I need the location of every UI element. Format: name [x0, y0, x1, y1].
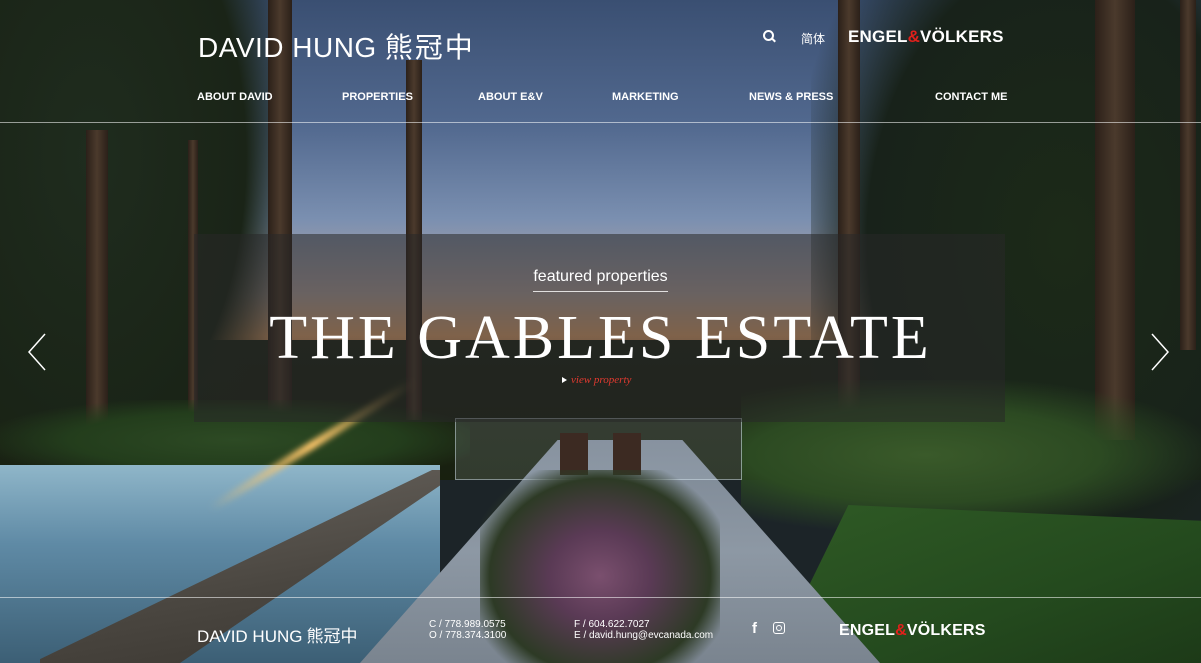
logo-name: DAVID HUNG	[198, 32, 377, 63]
featured-kicker-text: featured properties	[533, 268, 668, 292]
footer-engel-volkers-logo[interactable]: ENGEL&VÖLKERS	[839, 622, 986, 640]
view-property-label: view property	[571, 374, 632, 386]
email-link[interactable]: E / david.hung@evcanada.com	[574, 630, 713, 641]
nav-contact-me[interactable]: CONTACT ME	[935, 91, 1008, 103]
instagram-icon[interactable]	[772, 621, 788, 637]
brand-text-right: VÖLKERS	[920, 27, 1004, 46]
fax-email-contacts: F / 604.622.7027 E / david.hung@evcanada…	[574, 619, 713, 641]
phone-contacts: C / 778.989.0575 O / 778.374.3100	[429, 619, 506, 641]
chevron-left-icon[interactable]	[27, 332, 47, 372]
footer-brand-ampersand: &	[895, 622, 907, 639]
engel-volkers-logo[interactable]: ENGEL&VÖLKERS	[848, 27, 1004, 47]
site-logo[interactable]: DAVID HUNG 熊冠中	[198, 26, 475, 66]
footer-divider	[0, 597, 1201, 598]
view-property-link[interactable]: view property	[562, 374, 631, 386]
fax-number: F / 604.622.7027	[574, 619, 650, 630]
footer-logo-chinese-name: 熊冠中	[306, 627, 358, 646]
header-divider	[0, 122, 1201, 123]
nav-news-press[interactable]: NEWS & PRESS	[749, 91, 833, 103]
chevron-right-icon[interactable]	[1150, 332, 1170, 372]
nav-properties[interactable]: PROPERTIES	[342, 91, 413, 103]
featured-kicker: featured properties	[0, 268, 1201, 292]
nav-about-ev[interactable]: ABOUT E&V	[478, 91, 543, 103]
brand-ampersand: &	[907, 27, 921, 46]
language-toggle[interactable]: 简体	[801, 30, 825, 47]
office-phone[interactable]: O / 778.374.3100	[429, 630, 506, 641]
footer-brand-right: VÖLKERS	[906, 622, 986, 639]
footer-logo[interactable]: DAVID HUNG 熊冠中	[197, 622, 357, 647]
brand-text-left: ENGEL	[848, 27, 908, 46]
featured-property-title: THE GABLES ESTATE	[269, 304, 932, 372]
nav-marketing[interactable]: MARKETING	[612, 91, 679, 103]
search-icon[interactable]	[763, 30, 777, 44]
footer-brand-left: ENGEL	[839, 622, 896, 639]
main-nav: ABOUT DAVID PROPERTIES ABOUT E&V MARKETI…	[0, 91, 1201, 105]
facebook-icon[interactable]: f	[752, 621, 768, 637]
nav-about-david[interactable]: ABOUT DAVID	[197, 91, 273, 103]
cell-phone[interactable]: C / 778.989.0575	[429, 619, 506, 630]
logo-chinese-name: 熊冠中	[384, 32, 475, 63]
play-triangle-icon	[562, 377, 567, 383]
footer-logo-name: DAVID HUNG	[197, 627, 303, 646]
